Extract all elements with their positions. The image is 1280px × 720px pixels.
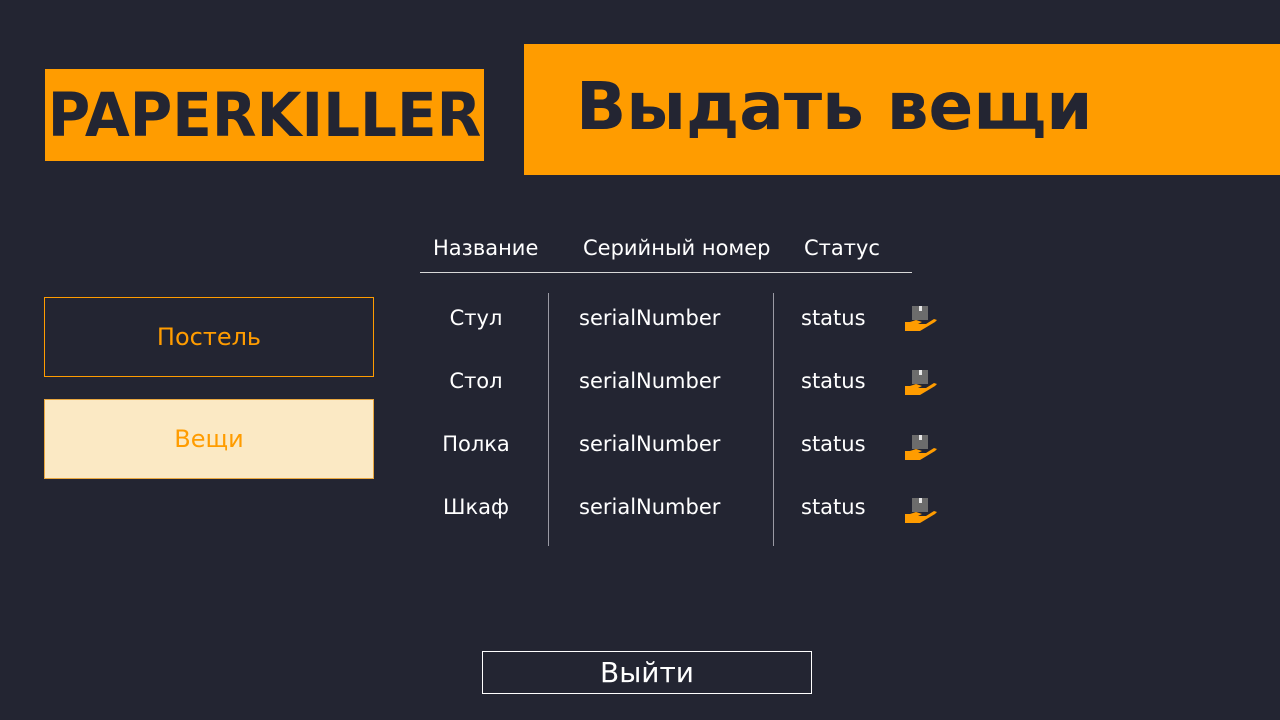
table-cell-name: Полка: [442, 432, 510, 456]
logo-text: PAPERKILLER: [47, 79, 482, 151]
table-cell-name: Стул: [449, 306, 503, 330]
sidebar-item-label: Вещи: [174, 425, 244, 453]
exit-button-label: Выйти: [599, 656, 695, 689]
page-title: Выдать вещи: [576, 68, 1093, 145]
table-cell-status: status: [801, 495, 866, 519]
header-divider: [420, 272, 912, 273]
exit-button[interactable]: Выйти: [482, 651, 812, 694]
column-header-serial: Серийный номер: [583, 236, 771, 260]
column-divider: [773, 293, 774, 546]
column-divider: [548, 293, 549, 546]
table-cell-name: Стол: [449, 369, 503, 393]
app-logo: PAPERKILLER: [45, 69, 484, 161]
hand-box-icon[interactable]: [904, 368, 938, 398]
table-cell-serial: serialNumber: [579, 369, 721, 393]
column-header-status: Статус: [804, 236, 880, 260]
table-cell-status: status: [801, 369, 866, 393]
hand-box-icon[interactable]: [904, 433, 938, 463]
table-cell-status: status: [801, 306, 866, 330]
page-title-banner: Выдать вещи: [524, 44, 1280, 175]
table-cell-serial: serialNumber: [579, 432, 721, 456]
table-cell-serial: serialNumber: [579, 306, 721, 330]
sidebar-item-things[interactable]: Вещи: [44, 399, 374, 479]
column-header-name: Название: [433, 236, 539, 260]
table-cell-serial: serialNumber: [579, 495, 721, 519]
sidebar-item-label: Постель: [156, 323, 262, 351]
sidebar-item-bedding[interactable]: Постель: [44, 297, 374, 377]
table-cell-status: status: [801, 432, 866, 456]
table-cell-name: Шкаф: [443, 495, 509, 519]
hand-box-icon[interactable]: [904, 304, 938, 334]
hand-box-icon[interactable]: [904, 496, 938, 526]
